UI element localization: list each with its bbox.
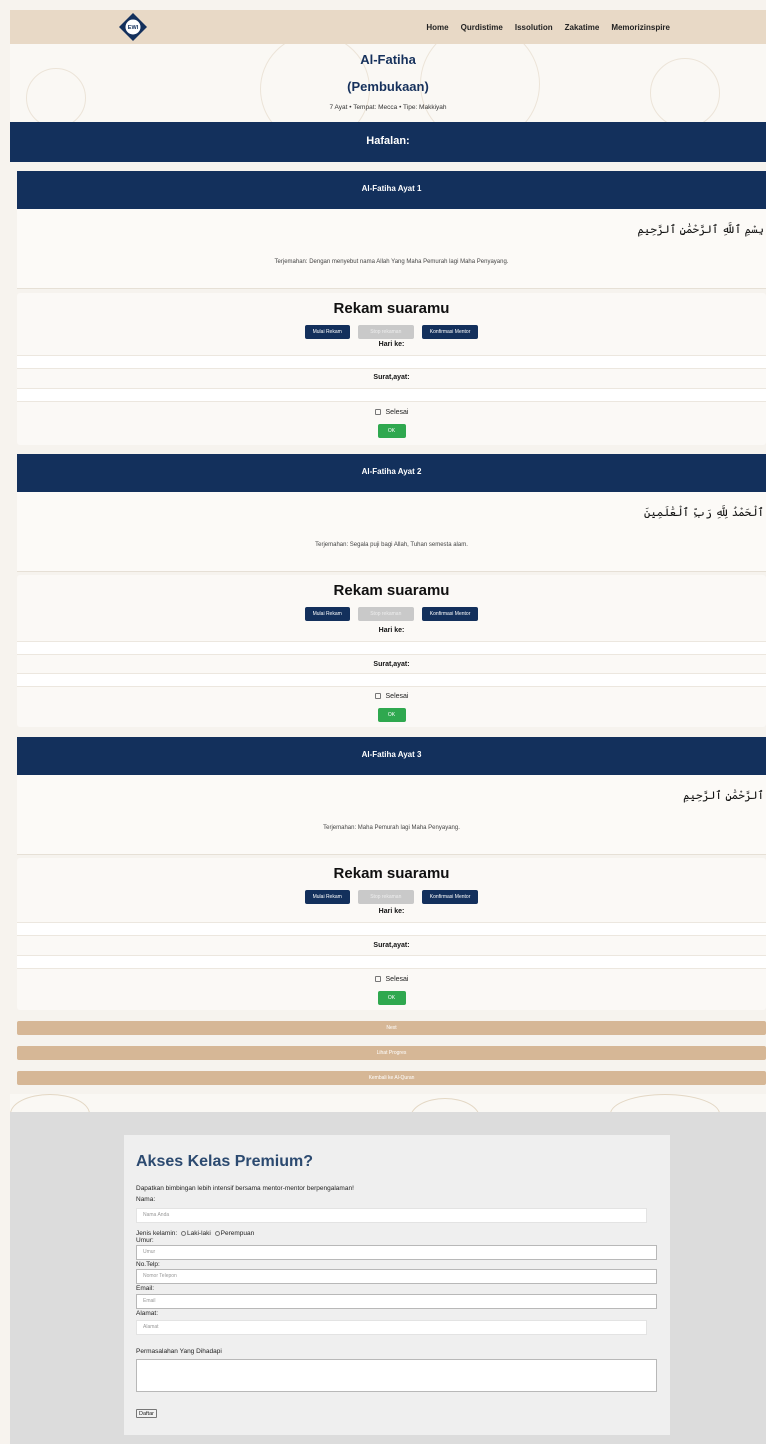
done-checkbox-row[interactable]: Selesai (17, 693, 766, 700)
ayat-heading: Al-Fatiha Ayat 3 (17, 737, 766, 775)
address-label: Alamat: (136, 1310, 159, 1317)
surah-header: Al-Fatiha (Pembukaan) 7 Ayat • Tempat: M… (10, 44, 766, 122)
radio-male[interactable] (181, 1230, 186, 1236)
record-panel: Rekam suaramu Mulai Rekam Stop rekaman K… (17, 575, 766, 727)
stop-record-button[interactable]: Stop rekaman (357, 325, 414, 339)
ayat-heading: Al-Fatiha Ayat 2 (17, 454, 766, 492)
ayat-card: بِسْمِ ٱللَّهِ ٱلرَّحْمَٰنِ ٱلرَّحِيمِ T… (17, 209, 766, 289)
confirm-mentor-button[interactable]: Konfirmasi Mentor (421, 607, 479, 621)
done-checkbox-row[interactable]: Selesai (17, 976, 766, 983)
logo-text: EWI (128, 25, 139, 31)
arabic-text: بِسْمِ ٱللَّهِ ٱلرَّحْمَٰنِ ٱلرَّحِيمِ (637, 223, 764, 236)
surah-ayat-label: Surat,ayat: (373, 661, 410, 668)
confirm-mentor-button[interactable]: Konfirmasi Mentor (421, 325, 479, 339)
arabic-text: ٱلْحَمْدُ لِلَّهِ رَبِّ ٱلْعَٰلَمِينَ (643, 506, 764, 519)
surah-title: Al-Fatiha (360, 52, 416, 67)
start-record-button[interactable]: Mulai Rekam (304, 890, 350, 904)
email-input[interactable]: Email (136, 1294, 657, 1309)
age-label: Umur: (136, 1237, 154, 1244)
day-input[interactable] (17, 922, 766, 936)
problem-textarea[interactable] (136, 1359, 657, 1392)
start-record-button[interactable]: Mulai Rekam (304, 607, 350, 621)
ok-button[interactable]: OK (377, 708, 406, 722)
arabic-text: ٱلرَّحْمَٰنِ ٱلرَّحِيمِ (683, 789, 764, 802)
day-input[interactable] (17, 641, 766, 655)
nav-issolution[interactable]: Issolution (515, 23, 553, 32)
stop-record-button[interactable]: Stop rekaman (357, 607, 414, 621)
record-buttons: Mulai Rekam Stop rekaman Konfirmasi Ment… (17, 325, 766, 339)
name-label: Nama: (136, 1196, 156, 1203)
nav-memorizinspire[interactable]: Memorizinspire (611, 23, 670, 32)
ayat-card: ٱلرَّحْمَٰنِ ٱلرَّحِيمِ Terjemahan: Maha… (17, 775, 766, 855)
done-checkbox-row[interactable]: Selesai (17, 409, 766, 416)
done-label: Selesai (385, 976, 409, 983)
surah-ayat-input[interactable] (17, 388, 766, 402)
radio-female[interactable] (214, 1230, 220, 1236)
premium-form: Akses Kelas Premium? Dapatkan bimbingan … (124, 1135, 670, 1435)
done-label: Selesai (385, 409, 409, 416)
navbar: EWI Home Qurdistime Issolution Zakatime … (10, 10, 766, 44)
email-label: Email: (136, 1285, 155, 1292)
day-input[interactable] (17, 355, 766, 369)
problem-label: Permasalahan Yang Dihadapi (136, 1348, 222, 1355)
gender-row: Jenis kelamin: Laki-laki Perempuan (136, 1230, 254, 1237)
gender-label: Jenis kelamin: (136, 1230, 178, 1237)
surah-ayat-input[interactable] (17, 673, 766, 687)
hafalan-banner: Hafalan: (10, 122, 766, 162)
nav-links: Home Qurdistime Issolution Zakatime Memo… (426, 10, 670, 44)
gender-female-label: Perempuan (220, 1230, 255, 1237)
back-to-quran-button[interactable]: Kembali ke Al-Quran (17, 1071, 766, 1085)
ornament (10, 1094, 90, 1112)
checkbox-icon[interactable] (374, 976, 381, 983)
ornament (26, 68, 86, 122)
premium-description: Dapatkan bimbingan lebih intensif bersam… (136, 1185, 354, 1192)
surah-subtitle: (Pembukaan) (347, 79, 429, 94)
ok-button[interactable]: OK (377, 991, 406, 1005)
surah-ayat-label: Surat,ayat: (373, 374, 410, 381)
record-title: Rekam suaramu (333, 582, 450, 599)
ayat-card: ٱلْحَمْدُ لِلَّهِ رَبِّ ٱلْعَٰلَمِينَ Te… (17, 492, 766, 572)
checkbox-icon[interactable] (374, 409, 381, 416)
checkbox-icon[interactable] (374, 693, 381, 700)
ornament (410, 1098, 480, 1112)
done-label: Selesai (385, 693, 409, 700)
day-label: Hari ke: (378, 341, 405, 348)
record-panel: Rekam suaramu Mulai Rekam Stop rekaman K… (17, 858, 766, 1010)
footer-ornament (10, 1094, 766, 1112)
day-label: Hari ke: (378, 908, 405, 915)
confirm-mentor-button[interactable]: Konfirmasi Mentor (421, 890, 479, 904)
day-label: Hari ke: (378, 627, 405, 634)
surah-ayat-label: Surat,ayat: (373, 942, 410, 949)
translation-text: Terjemahan: Dengan menyebut nama Allah Y… (274, 259, 509, 265)
surah-ayat-input[interactable] (17, 955, 766, 969)
view-progress-button[interactable]: Lihat Progres (17, 1046, 766, 1060)
record-buttons: Mulai Rekam Stop rekaman Konfirmasi Ment… (17, 890, 766, 904)
age-input[interactable]: Umur (136, 1245, 657, 1260)
name-input[interactable]: Nama Anda (136, 1208, 647, 1223)
premium-title: Akses Kelas Premium? (136, 1153, 313, 1170)
translation-text: Terjemahan: Segala puji bagi Allah, Tuha… (315, 542, 468, 548)
ok-button[interactable]: OK (377, 424, 406, 438)
record-panel: Rekam suaramu Mulai Rekam Stop rekaman K… (17, 293, 766, 445)
ornament (610, 1094, 720, 1112)
ewi-logo[interactable]: EWI (118, 12, 148, 42)
record-title: Rekam suaramu (333, 865, 450, 882)
ayat-heading: Al-Fatiha Ayat 1 (17, 171, 766, 209)
gender-male-label: Laki-laki (187, 1230, 211, 1237)
next-button[interactable]: Next (17, 1021, 766, 1035)
nav-zakatime[interactable]: Zakatime (565, 23, 600, 32)
record-title: Rekam suaramu (333, 300, 450, 317)
start-record-button[interactable]: Mulai Rekam (304, 325, 350, 339)
surah-meta: 7 Ayat • Tempat: Mecca • Tipe: Makkiyah (329, 104, 447, 111)
phone-label: No.Telp: (136, 1261, 160, 1268)
submit-button[interactable]: Daftar (136, 1409, 157, 1418)
phone-input[interactable]: Nomor Telepon (136, 1269, 657, 1284)
address-input[interactable]: Alamat (136, 1320, 647, 1335)
stop-record-button[interactable]: Stop rekaman (357, 890, 414, 904)
nav-home[interactable]: Home (426, 23, 448, 32)
nav-qurdistime[interactable]: Qurdistime (461, 23, 503, 32)
translation-text: Terjemahan: Maha Pemurah lagi Maha Penya… (323, 825, 460, 831)
record-buttons: Mulai Rekam Stop rekaman Konfirmasi Ment… (17, 607, 766, 621)
